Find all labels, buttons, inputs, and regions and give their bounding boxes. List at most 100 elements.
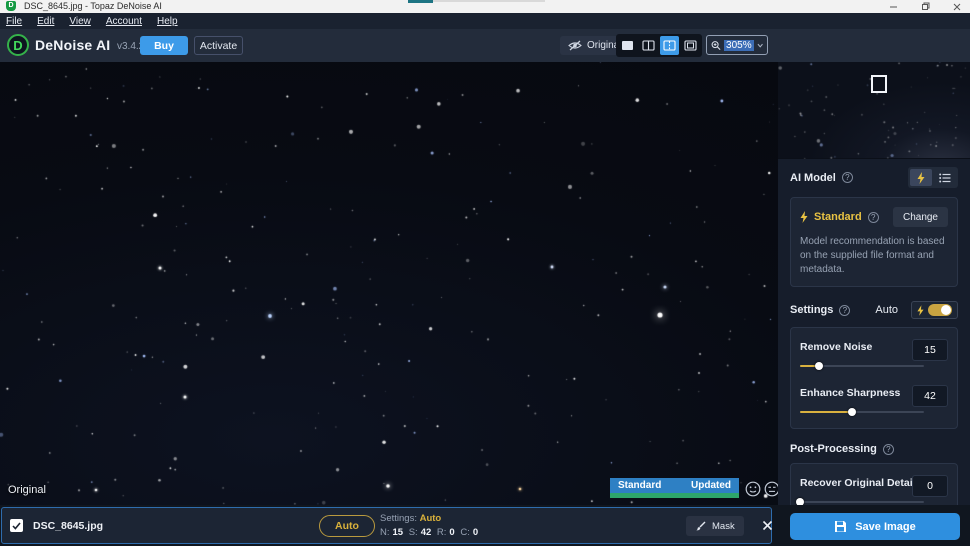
auto-settings-toggle[interactable]: [911, 301, 958, 319]
param-r-key: R:: [437, 527, 447, 538]
model-description: Model recommendation is based on the sup…: [800, 235, 948, 277]
auto-model-mode-button[interactable]: [910, 169, 932, 186]
view-mode-group: [616, 34, 702, 57]
menu-view[interactable]: View: [69, 16, 91, 27]
navigation-preview[interactable]: [778, 62, 970, 159]
menu-help[interactable]: Help: [157, 16, 178, 27]
app-shield-icon: D: [6, 1, 16, 11]
settings-panel: AI Model ? Standard ?: [778, 159, 970, 505]
remove-noise-value[interactable]: 15: [912, 339, 948, 361]
top-accent-teal: [408, 0, 433, 3]
menu-edit[interactable]: Edit: [37, 16, 54, 27]
post-processing-title: Post-Processing: [790, 443, 877, 455]
chevron-down-icon[interactable]: [757, 43, 763, 48]
comparison-view-button[interactable]: [681, 36, 700, 55]
check-icon: [12, 522, 21, 530]
toggle-switch: [928, 304, 952, 316]
param-s-key: S:: [409, 527, 418, 538]
settings-sliders-card: Remove Noise 15 Enhance Sharpness 42: [790, 327, 958, 429]
close-window-button[interactable]: [944, 0, 970, 13]
settings-key: Settings:: [380, 513, 417, 524]
settings-mode: Auto: [420, 513, 442, 524]
param-s-value: 42: [421, 527, 432, 538]
ai-model-header: AI Model ?: [790, 167, 958, 188]
filename-label: DSC_8645.jpg: [33, 520, 103, 532]
remove-noise-row: Remove Noise 15: [800, 337, 948, 373]
single-view-button[interactable]: [618, 36, 637, 55]
auto-lightning-icon: [917, 305, 924, 316]
model-card: Standard ? Change Model recommendation i…: [790, 197, 958, 287]
side-by-side-view-button[interactable]: [660, 36, 679, 55]
auto-button[interactable]: Auto: [319, 515, 375, 537]
minimize-icon: [889, 2, 898, 11]
tab-active-indicator: [610, 493, 739, 498]
current-model-name: Standard: [814, 211, 862, 223]
ai-model-help-icon[interactable]: ?: [842, 172, 853, 183]
manual-model-list-button[interactable]: [934, 169, 956, 186]
close-icon: [953, 3, 961, 11]
starfield-image: [0, 62, 778, 505]
zoom-value-input[interactable]: 305%: [724, 40, 754, 51]
tab-standard[interactable]: Standard: [618, 480, 661, 491]
activate-button[interactable]: Activate: [194, 36, 243, 55]
mask-button[interactable]: Mask: [686, 516, 744, 536]
feedback-happy-icon[interactable]: [745, 481, 761, 497]
settings-title: Settings: [790, 304, 833, 316]
original-overlay-label: Original: [8, 484, 46, 496]
brush-icon: [695, 521, 706, 532]
auto-settings-label: Auto: [875, 304, 898, 316]
zoom-control[interactable]: 305%: [706, 35, 768, 55]
recover-detail-label: Recover Original Detail: [800, 477, 916, 489]
comparison-view-icon: [684, 40, 697, 51]
file-settings-summary: Settings: Auto N:15 S:42 R:0 C:0: [380, 512, 481, 540]
menu-file[interactable]: File: [6, 16, 22, 27]
settings-header: Settings ? Auto: [790, 301, 958, 319]
model-help-icon[interactable]: ?: [868, 212, 879, 223]
side-by-side-view-icon: [663, 40, 676, 51]
menubar: File Edit View Account Help: [0, 13, 970, 29]
param-n-key: N:: [380, 527, 390, 538]
restore-button[interactable]: [912, 0, 938, 13]
menu-account[interactable]: Account: [106, 16, 142, 27]
compare-tab-bar: Standard Updated: [610, 478, 739, 498]
post-processing-header: Post-Processing ?: [790, 443, 958, 455]
param-r-value: 0: [449, 527, 454, 538]
toolbar: D DeNoise AI v3.4.2 Trial ? Buy Activate…: [0, 29, 970, 62]
param-values: N:15 S:42 R:0 C:0: [380, 526, 481, 540]
save-image-button[interactable]: Save Image: [790, 513, 960, 540]
split-view-button[interactable]: [639, 36, 658, 55]
eye-off-icon: [568, 40, 582, 51]
bottom-bar: DSC_8645.jpg Auto Settings: Auto N:15 S:…: [0, 505, 970, 546]
toggle-knob: [941, 305, 951, 315]
enhance-sharpness-row: Enhance Sharpness 42: [800, 383, 948, 419]
param-n-value: 15: [393, 527, 404, 538]
enhance-sharpness-label: Enhance Sharpness: [800, 387, 900, 399]
app-name: DeNoise AI: [35, 37, 110, 53]
change-model-button[interactable]: Change: [893, 207, 948, 227]
file-strip[interactable]: DSC_8645.jpg Auto Settings: Auto N:15 S:…: [1, 507, 772, 544]
post-processing-help-icon[interactable]: ?: [883, 444, 894, 455]
enhance-sharpness-value[interactable]: 42: [912, 385, 948, 407]
restore-icon: [921, 2, 930, 11]
ai-model-title: AI Model: [790, 172, 836, 184]
minimize-button[interactable]: [880, 0, 906, 13]
denoise-logo-icon: D: [7, 34, 29, 56]
zoom-magnifier-icon: [711, 40, 721, 51]
image-canvas[interactable]: Original Standard Updated: [0, 62, 778, 505]
recover-detail-value[interactable]: 0: [912, 475, 948, 497]
buy-button[interactable]: Buy: [140, 36, 188, 55]
viewport-rectangle[interactable]: [871, 75, 887, 93]
remove-noise-slider[interactable]: [800, 365, 924, 367]
tab-updated[interactable]: Updated: [691, 480, 731, 491]
remove-file-button[interactable]: [759, 517, 775, 533]
remove-file-icon: [762, 520, 773, 531]
single-view-icon: [621, 40, 634, 51]
window-title: DSC_8645.jpg - Topaz DeNoise AI: [24, 1, 162, 11]
top-accent-gray: [433, 0, 545, 2]
recover-detail-slider[interactable]: [800, 501, 924, 503]
file-checkbox[interactable]: [10, 519, 23, 532]
enhance-sharpness-slider[interactable]: [800, 411, 924, 413]
settings-help-icon[interactable]: ?: [839, 305, 850, 316]
list-icon: [939, 173, 951, 183]
mask-button-label: Mask: [712, 521, 735, 532]
